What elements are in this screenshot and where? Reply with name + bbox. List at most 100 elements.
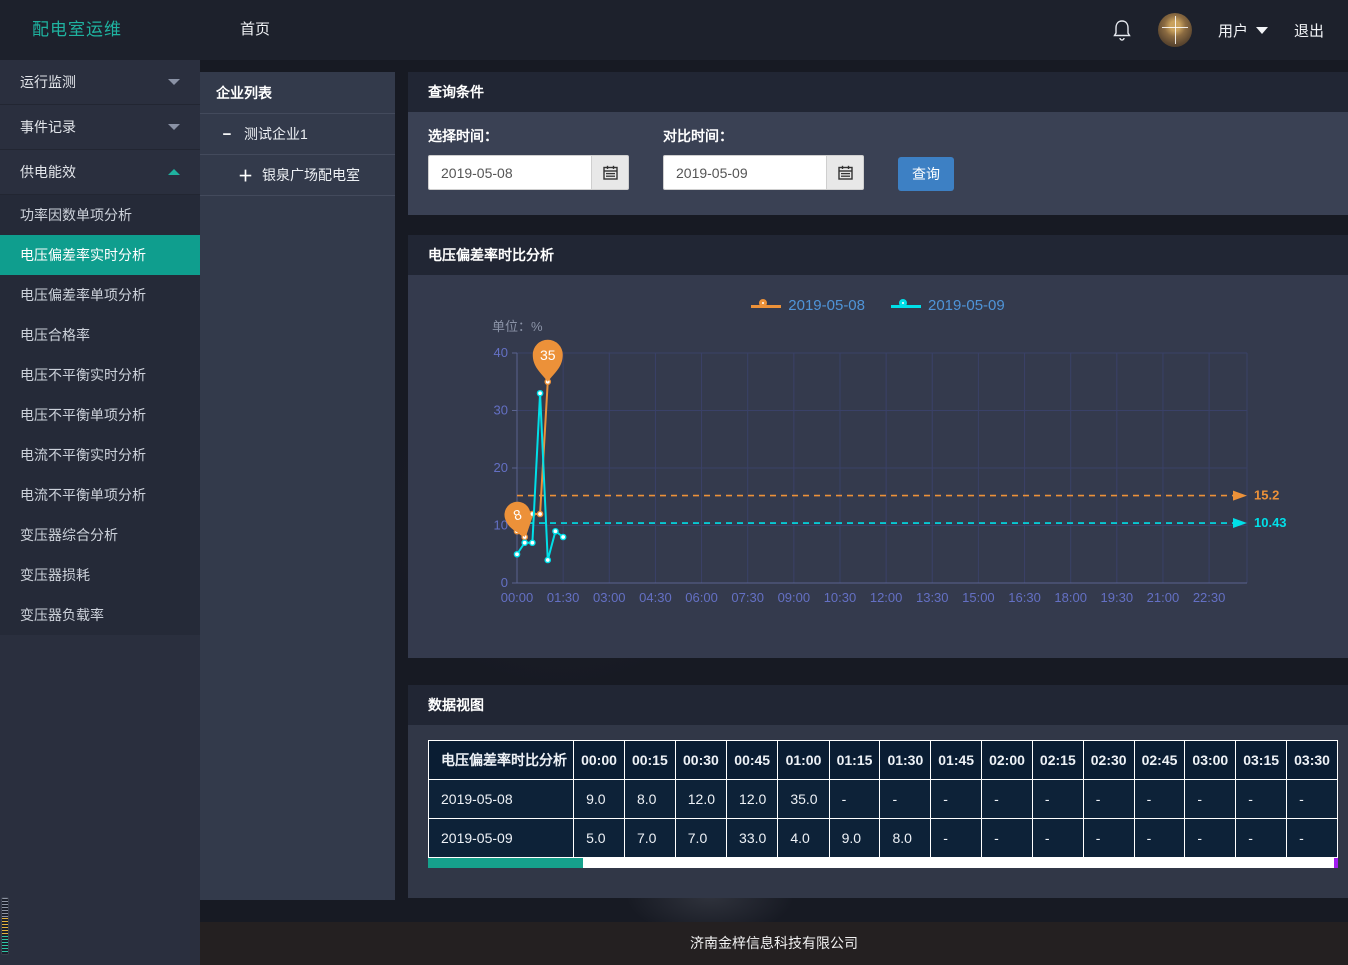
logout-link[interactable]: 退出 — [1294, 20, 1324, 41]
enterprise-tree-title: 企业列表 — [200, 72, 395, 114]
table-cell: - — [1083, 819, 1134, 858]
sidebar-subitem-2[interactable]: 电压偏差率单项分析 — [0, 275, 200, 315]
sidebar-subitem-1[interactable]: 电压偏差率实时分析 — [0, 235, 200, 275]
svg-text:10.43: 10.43 — [1254, 515, 1287, 530]
table-horizontal-scrollbar[interactable] — [428, 858, 1338, 868]
table-time-header: 00:00 — [574, 741, 625, 780]
scrollbar-edge-marker — [1334, 858, 1338, 868]
table-cell: 8.0 — [624, 780, 675, 819]
compare-time-label: 对比时间： — [663, 126, 864, 146]
select-time-calendar-button[interactable] — [591, 155, 629, 190]
table-time-header: 00:30 — [675, 741, 726, 780]
user-dropdown[interactable]: 用户 — [1218, 20, 1268, 41]
table-time-header: 01:15 — [829, 741, 880, 780]
sidebar-subitem-5[interactable]: 电压不平衡单项分析 — [0, 395, 200, 435]
sidebar-subitem-6[interactable]: 电流不平衡实时分析 — [0, 435, 200, 475]
avatar-crosshair-v — [1175, 16, 1176, 45]
svg-text:40: 40 — [494, 345, 508, 360]
nav-home-link[interactable]: 首页 — [240, 0, 270, 60]
chevron-up-icon — [168, 169, 180, 175]
table-time-header: 03:15 — [1236, 741, 1287, 780]
table-cell: - — [1083, 780, 1134, 819]
sidebar-subitem-7[interactable]: 电流不平衡单项分析 — [0, 475, 200, 515]
table-cell: - — [931, 819, 982, 858]
sidebar-subitem-0[interactable]: 功率因数单项分析 — [0, 195, 200, 235]
svg-text:18:00: 18:00 — [1054, 590, 1087, 605]
sidebar-group-label: 运行监测 — [20, 72, 76, 92]
table-cell: 5.0 — [574, 819, 625, 858]
table-cell: - — [1287, 780, 1338, 819]
table-cell: - — [1032, 819, 1083, 858]
svg-text:09:00: 09:00 — [778, 590, 811, 605]
compare-time-input[interactable] — [663, 155, 826, 190]
sidebar-nav: 运行监测事件记录供电能效功率因数单项分析电压偏差率实时分析电压偏差率单项分析电压… — [0, 60, 200, 965]
collapse-icon[interactable]: − — [220, 126, 234, 143]
svg-text:19:30: 19:30 — [1101, 590, 1134, 605]
page-footer: 济南金梓信息科技有限公司 — [200, 922, 1348, 965]
table-cell: - — [982, 780, 1033, 819]
svg-text:30: 30 — [494, 403, 508, 418]
avatar-crosshair-h — [1162, 27, 1188, 28]
table-time-header: 00:45 — [727, 741, 778, 780]
svg-text:07:30: 07:30 — [731, 590, 764, 605]
table-cell: 33.0 — [727, 819, 778, 858]
user-avatar[interactable] — [1158, 13, 1192, 47]
sidebar-subitem-10[interactable]: 变压器负载率 — [0, 595, 200, 635]
table-cell: - — [982, 819, 1033, 858]
compare-time-calendar-button[interactable] — [826, 155, 864, 190]
sidebar-subitem-8[interactable]: 变压器综合分析 — [0, 515, 200, 555]
enterprise-tree-panel: 企业列表 −测试企业1＋银泉广场配电室 — [200, 72, 395, 900]
table-cell: - — [931, 780, 982, 819]
tree-item-0[interactable]: −测试企业1 — [200, 114, 395, 155]
table-row: 2019-05-089.08.012.012.035.0---------- — [429, 780, 1338, 819]
chart-panel: 电压偏差率时比分析 2019-05-082019-05-09 00:0001:3… — [408, 235, 1348, 658]
tree-item-label: 测试企业1 — [244, 124, 308, 144]
table-time-header: 03:30 — [1287, 741, 1338, 780]
table-cell: - — [1236, 780, 1287, 819]
widget-orange-stripes — [2, 918, 8, 936]
table-time-header: 01:30 — [880, 741, 931, 780]
table-time-header: 02:30 — [1083, 741, 1134, 780]
sidebar-group-2[interactable]: 供电能效 — [0, 150, 200, 195]
sidebar-group-label: 供电能效 — [20, 162, 76, 182]
table-cell: - — [829, 780, 880, 819]
chevron-down-icon — [168, 79, 180, 85]
table-time-header: 03:00 — [1185, 741, 1236, 780]
table-cell: 35.0 — [778, 780, 829, 819]
legend-item-0[interactable]: 2019-05-08 — [751, 297, 865, 314]
table-time-header: 00:15 — [624, 741, 675, 780]
table-cell: - — [880, 780, 931, 819]
company-name: 济南金梓信息科技有限公司 — [690, 935, 858, 951]
svg-text:06:00: 06:00 — [685, 590, 718, 605]
data-view-title: 数据视图 — [408, 685, 1348, 725]
line-chart: 00:0001:3003:0004:3006:0007:3009:0010:30… — [408, 275, 1348, 658]
table-cell: 4.0 — [778, 819, 829, 858]
sidebar-subitem-4[interactable]: 电压不平衡实时分析 — [0, 355, 200, 395]
table-cell: - — [1185, 819, 1236, 858]
app-brand: 配电室运维 — [32, 0, 122, 60]
scrollbar-thumb[interactable] — [428, 858, 583, 868]
table-cell: 8.0 — [880, 819, 931, 858]
legend-marker-icon — [891, 299, 921, 313]
select-time-input[interactable] — [428, 155, 591, 190]
top-navbar: 配电室运维 首页 用户 退出 — [0, 0, 1348, 60]
sidebar-group-1[interactable]: 事件记录 — [0, 105, 200, 150]
svg-text:20: 20 — [494, 460, 508, 475]
sidebar-group-0[interactable]: 运行监测 — [0, 60, 200, 105]
page-scrollbar-widget[interactable] — [1, 897, 9, 955]
bell-icon[interactable] — [1112, 19, 1132, 41]
table-cell: - — [1134, 819, 1185, 858]
legend-item-1[interactable]: 2019-05-09 — [891, 297, 1005, 314]
tree-item-1[interactable]: ＋银泉广场配电室 — [200, 155, 395, 196]
table-cell: 9.0 — [829, 819, 880, 858]
sidebar-subitem-3[interactable]: 电压合格率 — [0, 315, 200, 355]
table-time-header: 01:45 — [931, 741, 982, 780]
expand-icon[interactable]: ＋ — [238, 165, 252, 186]
table-cell: 9.0 — [574, 780, 625, 819]
sidebar-subitem-9[interactable]: 变压器损耗 — [0, 555, 200, 595]
user-dropdown-label: 用户 — [1218, 20, 1248, 41]
svg-text:0: 0 — [501, 575, 508, 590]
table-cell: - — [1287, 819, 1338, 858]
search-button[interactable]: 查询 — [898, 157, 954, 191]
chart-body: 2019-05-082019-05-09 00:0001:3003:0004:3… — [408, 275, 1348, 658]
